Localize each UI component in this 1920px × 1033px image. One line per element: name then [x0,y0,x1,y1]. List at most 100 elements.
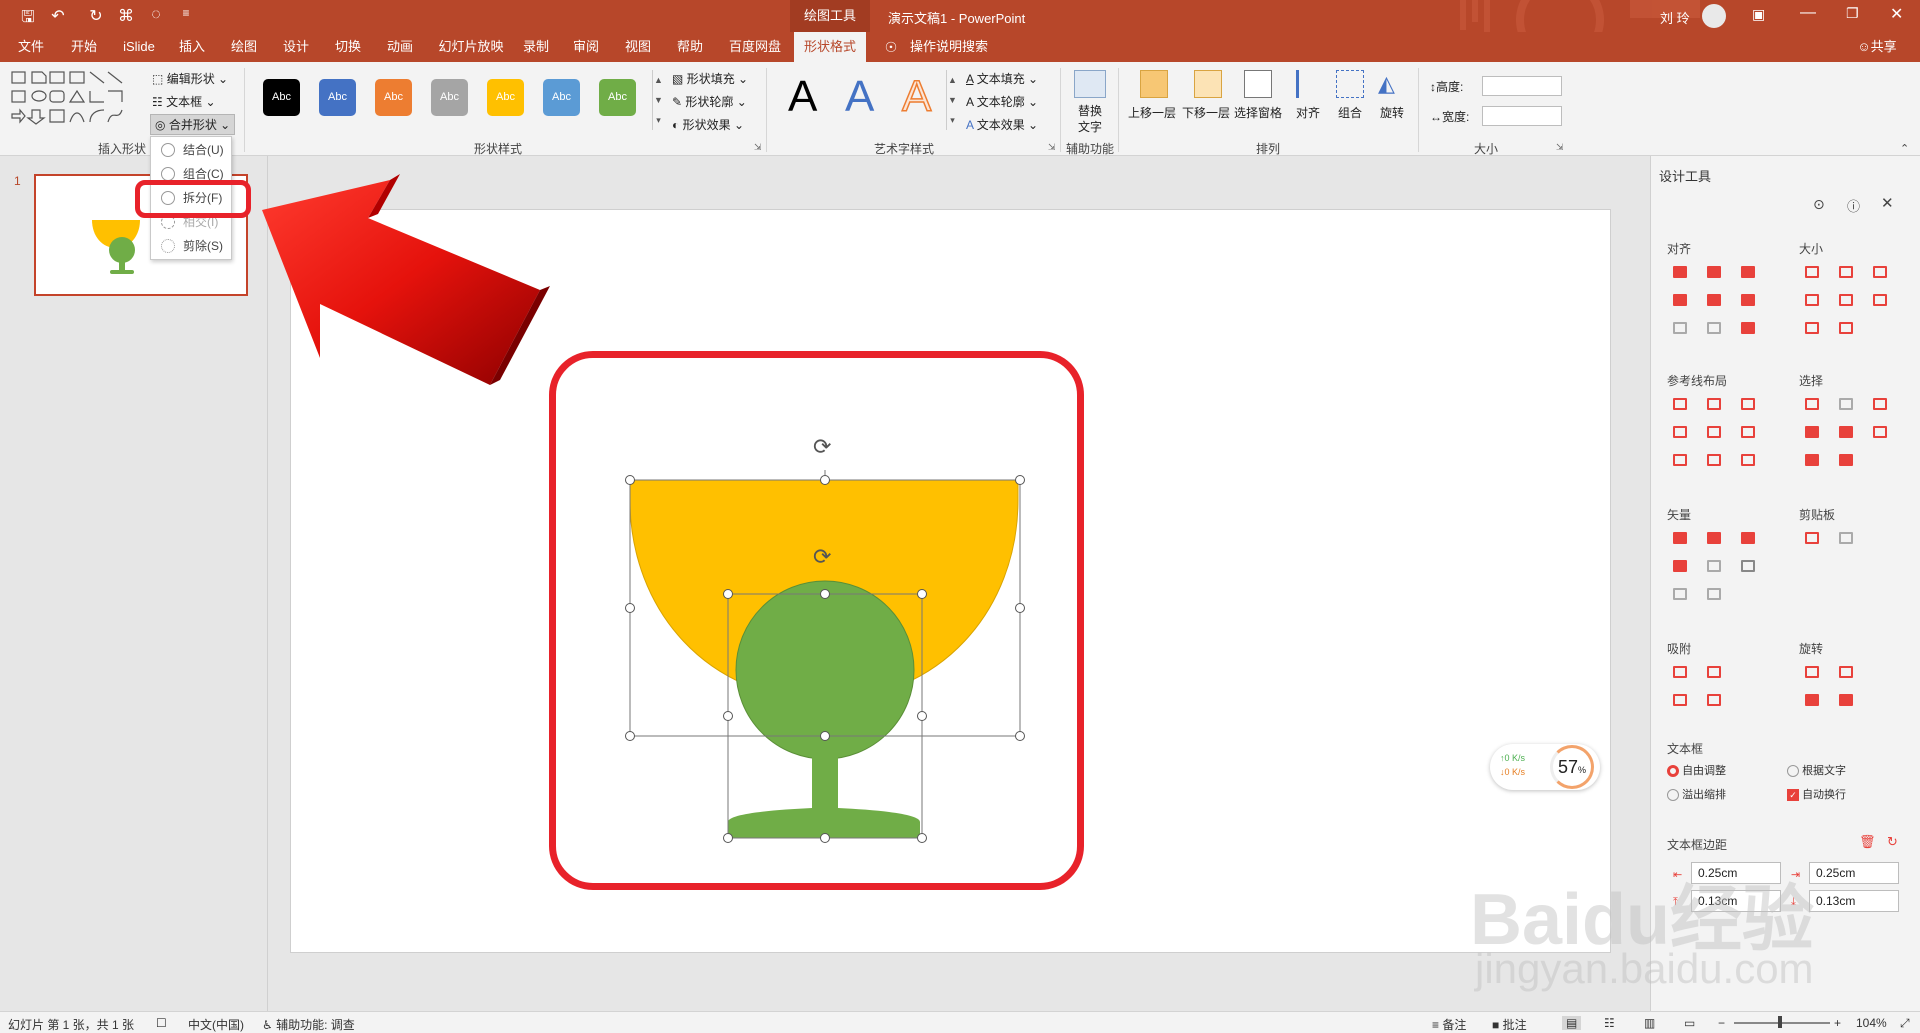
fit-slide-icon[interactable]: ⤢ [1900,1016,1910,1031]
accessibility-status[interactable]: ♿ 辅助功能: 调查 [262,1016,355,1033]
paste-icon[interactable] [1839,532,1853,544]
rotate-icon[interactable]: ◭ [1378,70,1406,98]
guide-fill-icon[interactable] [1741,454,1755,466]
bring-forward-button[interactable]: 上移一层 [1128,104,1176,121]
guide-right-icon[interactable] [1741,398,1755,410]
tab-baidu-netdisk[interactable]: 百度网盘 [722,32,788,62]
snap-top-icon[interactable] [1673,694,1687,706]
tab-islide[interactable]: iSlide [118,32,160,62]
shapes-icon[interactable]: ◌ [146,6,166,24]
text-box-button[interactable]: ☷ 文本框 ⌄ [152,93,216,110]
tab-home[interactable]: 开始 [64,32,104,62]
tab-animations[interactable]: 动画 [382,32,418,62]
tab-slideshow[interactable]: 幻灯片放映 [434,32,508,62]
help-icon[interactable]: ⓘ [1847,196,1860,215]
text-effects-button[interactable]: A 文本效果 ⌄ [966,116,1038,133]
slide-sorter-icon[interactable]: ☷ [1604,1016,1615,1030]
dialog-launcher-icon[interactable]: ⇲ [754,142,762,153]
vector-edit-icon[interactable] [1741,560,1755,572]
resize-handle[interactable] [723,589,733,599]
guide-bottom-icon[interactable] [1741,426,1755,438]
shape-outline-button[interactable]: ✎ 形状轮廓 ⌄ [672,93,747,110]
redo-icon[interactable]: ↻ [86,6,106,26]
selection-pane-button[interactable]: 选择窗格 [1234,104,1282,121]
guide-top-icon[interactable] [1673,426,1687,438]
rotate-left-icon[interactable] [1805,666,1819,678]
zoom-slider-thumb[interactable] [1778,1016,1782,1028]
flip-vertical-icon[interactable] [1839,694,1853,706]
select-invert-icon[interactable] [1873,398,1887,410]
shape-style-swatch[interactable]: Abc [375,79,412,116]
scatter-icon[interactable] [1741,322,1755,334]
distribute-h-icon[interactable] [1673,322,1687,334]
stretch-both-icon[interactable] [1873,294,1887,306]
settings-icon[interactable]: ⊙ [1813,196,1825,213]
option-fit-text[interactable]: 根据文字 [1787,762,1846,778]
resize-handle[interactable] [917,589,927,599]
avatar[interactable] [1702,4,1726,28]
vector-subtract-icon[interactable] [1707,560,1721,572]
stretch-bottom-icon[interactable] [1839,322,1853,334]
tab-design[interactable]: 设计 [278,32,314,62]
guide-center-icon[interactable] [1707,398,1721,410]
menu-item-subtract[interactable]: 剪除(S) [157,236,227,256]
format-painter-icon[interactable]: ⌘ [116,6,136,26]
text-fill-button[interactable]: A 文本填充 ⌄ [966,70,1038,87]
align-button[interactable]: 对齐 [1296,104,1320,121]
edit-shape-button[interactable]: ⬚ 编辑形状 ⌄ [152,70,228,87]
rotate-button[interactable]: 旋转 [1380,104,1404,121]
comments-button[interactable]: ■ 批注 [1492,1016,1527,1033]
snap-left-icon[interactable] [1673,666,1687,678]
width-input[interactable] [1482,106,1562,126]
tab-record[interactable]: 录制 [518,32,554,62]
shape-style-swatch[interactable]: Abc [431,79,468,116]
align-icon[interactable] [1296,70,1324,98]
shape-style-swatch[interactable]: Abc [263,79,300,116]
menu-item-union[interactable]: 结合(U) [157,140,227,160]
zoom-slider[interactable] [1734,1022,1830,1024]
close-pane-icon[interactable]: ✕ [1881,194,1894,212]
margin-right-input[interactable]: 0.25cm [1809,862,1899,884]
send-backward-button[interactable]: 下移一层 [1182,104,1230,121]
alt-text-line1[interactable]: 替换 [1078,102,1102,119]
notes-button[interactable]: ≡ 备注 [1432,1016,1466,1033]
select-bottom-icon[interactable] [1805,454,1819,466]
normal-view-icon[interactable]: ▤ [1562,1016,1582,1030]
tab-draw[interactable]: 绘图 [226,32,262,62]
resize-handle[interactable] [625,731,635,741]
guide-left-icon[interactable] [1673,398,1687,410]
guide-middle-icon[interactable] [1707,426,1721,438]
align-bottom-icon[interactable] [1741,294,1755,306]
resize-handle[interactable] [625,603,635,613]
close-icon[interactable]: ✕ [1890,4,1903,24]
shapes-gallery[interactable] [10,70,140,130]
vector-link-icon[interactable] [1707,588,1721,600]
vector-fragment-icon[interactable] [1741,532,1755,544]
zoom-level[interactable]: 104% [1856,1016,1887,1030]
resize-handle[interactable] [820,833,830,843]
flip-horizontal-icon[interactable] [1805,694,1819,706]
delete-icon[interactable]: 🗑 [1859,834,1876,850]
wordart-scroll[interactable]: ▲ ▼ ▾ [946,70,958,130]
rotate-right-icon[interactable] [1839,666,1853,678]
minimize-icon[interactable]: — [1800,4,1816,22]
tab-help[interactable]: 帮助 [672,32,708,62]
same-width-icon[interactable] [1805,266,1819,278]
select-similar-icon[interactable] [1839,398,1853,410]
shape-fill-button[interactable]: ▧ 形状填充 ⌄ [672,70,748,87]
align-left-icon[interactable] [1673,266,1687,278]
wordart-style[interactable]: A [788,72,817,122]
select-same-icon[interactable] [1805,398,1819,410]
share-button[interactable]: ☺共享 [1852,32,1902,62]
tell-me-search[interactable]: 操作说明搜索 [904,32,994,62]
dialog-launcher-icon[interactable]: ⇲ [1048,142,1056,153]
net-speed-widget[interactable]: ↑0 K/s ↓0 K/s 57% [1490,744,1600,790]
align-center-icon[interactable] [1707,266,1721,278]
resize-handle[interactable] [820,731,830,741]
wordart-style[interactable]: A [845,72,874,122]
guide-hfill-icon[interactable] [1673,454,1687,466]
zoom-in-icon[interactable]: + [1834,1016,1841,1030]
shape-style-swatch[interactable]: Abc [319,79,356,116]
resize-handle[interactable] [917,833,927,843]
styles-scroll[interactable]: ▲ ▼ ▾ [652,70,664,130]
